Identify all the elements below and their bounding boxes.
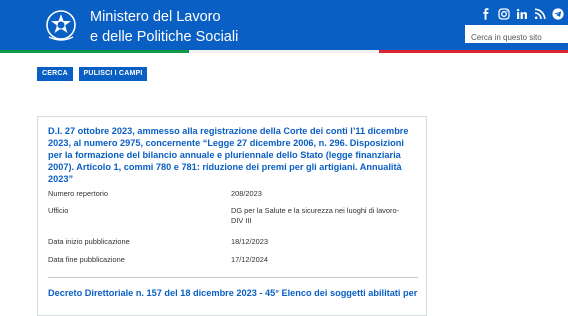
italian-republic-emblem-icon	[46, 10, 76, 41]
site-header: Ministero del Lavoro e delle Politiche S…	[0, 0, 568, 50]
result-divider	[48, 277, 418, 278]
clear-fields-button[interactable]: PULISCI I CAMPI	[79, 67, 147, 81]
field-label: Ufficio	[48, 206, 69, 215]
results-list: D.I. 27 ottobre 2023, ammesso alla regis…	[37, 116, 427, 316]
instagram-icon[interactable]	[498, 8, 510, 20]
site-title-line1: Ministero del Lavoro	[90, 9, 221, 25]
field-value: 18/12/2023	[231, 237, 268, 246]
search-input[interactable]	[465, 28, 568, 47]
field-label: Numero repertorio	[48, 189, 108, 198]
field-value: DG per la Salute e la sicurezza nei luog…	[231, 206, 400, 225]
flag-green	[0, 50, 190, 53]
rss-icon[interactable]	[534, 8, 546, 20]
telegram-icon[interactable]	[552, 8, 564, 20]
site-search[interactable]	[465, 25, 568, 47]
field-label: Data inizio pubblicazione	[48, 237, 130, 246]
tricolor-stripe	[0, 50, 568, 53]
linkedin-icon[interactable]	[516, 8, 528, 20]
field-label: Data fine pubblicazione	[48, 255, 125, 264]
result-title[interactable]: D.I. 27 ottobre 2023, ammesso alla regis…	[48, 125, 420, 185]
field-value: 17/12/2024	[231, 255, 268, 264]
result-title[interactable]: Decreto Direttoriale n. 157 del 18 dicem…	[48, 287, 420, 299]
facebook-icon[interactable]	[480, 8, 492, 20]
flag-red	[378, 50, 568, 53]
field-value: 208/2023	[231, 189, 262, 198]
site-title[interactable]: Ministero del Lavoro e delle Politiche S…	[90, 7, 238, 47]
flag-white	[189, 50, 379, 53]
search-button[interactable]: CERCA	[37, 67, 73, 81]
site-title-line2: e delle Politiche Sociali	[90, 29, 239, 45]
